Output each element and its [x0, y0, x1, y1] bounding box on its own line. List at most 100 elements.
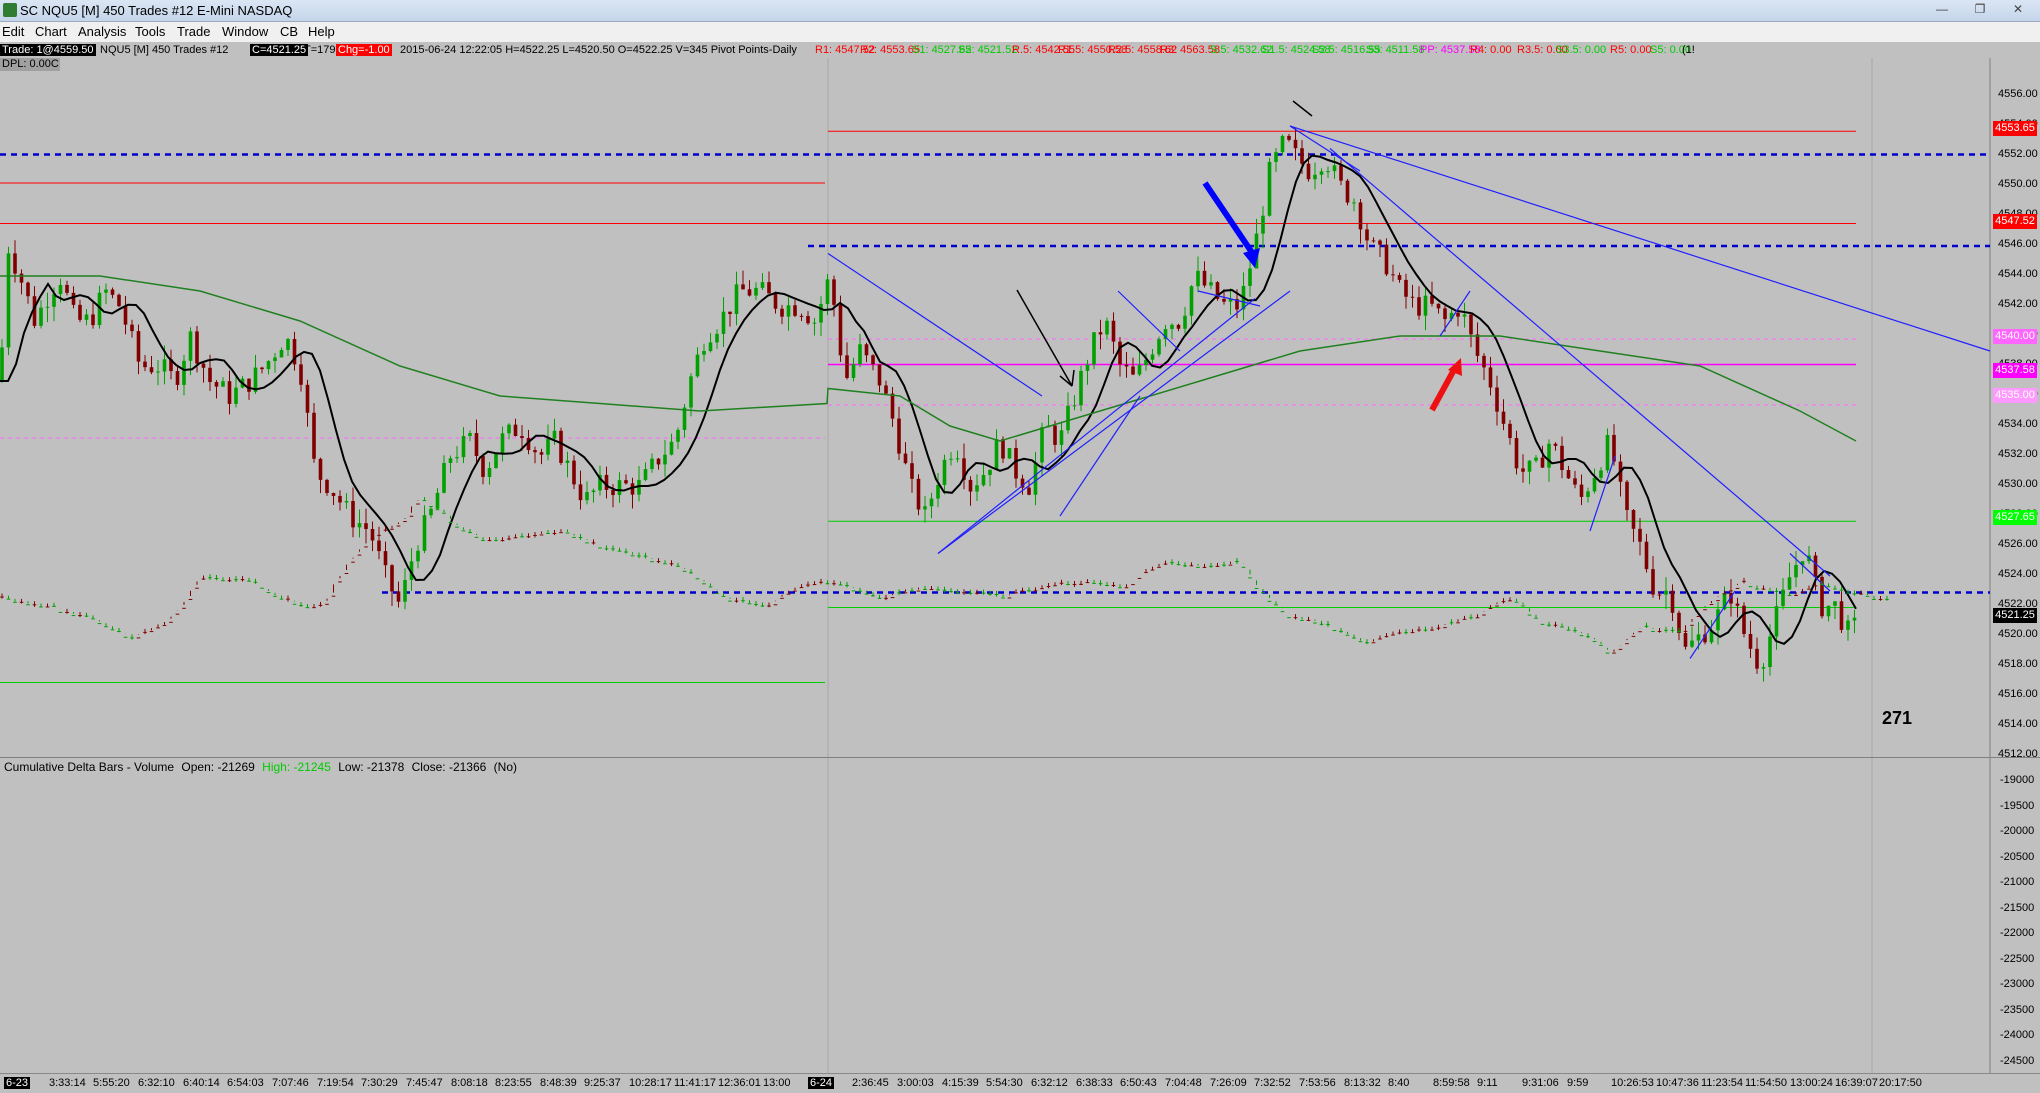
delta-bar: [1651, 630, 1655, 632]
price-candle-body: [708, 342, 713, 351]
delta-bar: [1215, 565, 1220, 567]
price-candle-body: [1462, 314, 1467, 317]
delta-bar: [1378, 638, 1382, 640]
time-tick-label: 7:07:46: [272, 1077, 309, 1089]
price-candle-body: [6, 253, 11, 348]
delta-tick-label: -22000: [2000, 927, 2035, 939]
price-candle-body: [19, 273, 24, 283]
menu-window[interactable]: Window: [222, 24, 268, 39]
delta-bar: [273, 595, 277, 597]
trendline: [827, 253, 1043, 397]
delta-bar: [1443, 627, 1447, 629]
price-candle-body: [312, 412, 316, 459]
delta-bar: [344, 573, 349, 575]
delta-bar: [1670, 629, 1675, 631]
menu-help[interactable]: Help: [308, 24, 335, 39]
delta-bar: [604, 548, 609, 550]
minimize-button[interactable]: —: [1930, 2, 1954, 18]
menu-edit[interactable]: Edit: [2, 24, 24, 39]
delta-bar: [1768, 590, 1772, 592]
delta-bar: [32, 604, 37, 606]
delta-bar: [91, 618, 95, 620]
price-candle-body: [383, 551, 388, 566]
delta-bar: [78, 615, 82, 617]
price-candle-body: [442, 462, 446, 493]
delta-bar: [1638, 631, 1642, 633]
delta-bar: [175, 613, 180, 615]
price-candle-body: [689, 376, 693, 408]
price-candle-body: [91, 314, 95, 326]
delta-bar: [481, 540, 485, 542]
time-tick-label: 9:59: [1567, 1077, 1589, 1089]
price-candle-body: [1131, 366, 1135, 375]
delta-bar: [656, 561, 661, 563]
price-candle-body: [1625, 481, 1629, 511]
time-axis[interactable]: 6-23 3:33:14 5:55:20 6:32:10 6:40:14 6:54:03 7…: [0, 1073, 2040, 1093]
time-tick-label: 6:32:10: [138, 1077, 175, 1089]
time-tick-label: 13:00: [763, 1077, 791, 1089]
delta-bar: [669, 563, 674, 565]
menu-tools[interactable]: Tools: [135, 24, 165, 39]
delta-bar: [799, 587, 804, 589]
price-candle-body: [1280, 135, 1285, 153]
price-candle-body: [1209, 282, 1213, 286]
delta-bar: [617, 550, 622, 552]
delta-bar: [110, 629, 115, 631]
delta-bar: [1703, 609, 1707, 611]
delta-bar: [702, 583, 706, 585]
price-candle-body: [1118, 341, 1122, 365]
delta-bar: [1664, 629, 1668, 631]
price-candle-body: [1033, 462, 1038, 495]
price-candle-body: [1813, 555, 1818, 577]
delta-bar: [162, 624, 167, 626]
price-candle-body: [1306, 163, 1311, 180]
delta-bar: [1514, 601, 1519, 603]
price-candle-body: [195, 331, 199, 364]
delta-bar: [422, 500, 427, 502]
delta-bar: [845, 585, 849, 587]
delta-bar: [689, 572, 693, 574]
delta-bar: [1313, 622, 1317, 624]
price-candle-body: [1553, 443, 1558, 446]
time-tick-label: 11:23:54: [1701, 1077, 1744, 1089]
delta-bar: [1839, 589, 1844, 591]
time-tick-label: 7:45:47: [406, 1077, 443, 1089]
delta-bar: [1742, 580, 1746, 582]
price-candle-body: [117, 294, 121, 307]
delta-bar: [1592, 641, 1597, 643]
delta-bar: [487, 540, 492, 542]
delta-bar: [1176, 564, 1181, 566]
delta-bar: [663, 563, 667, 565]
delta-bar: [104, 626, 108, 628]
price-chart[interactable]: [0, 58, 2040, 1073]
price-candle-body: [858, 344, 862, 365]
menu-trade[interactable]: Trade: [177, 24, 210, 39]
delta-bar: [468, 531, 472, 533]
delta-bar: [403, 521, 407, 523]
delta-bar: [1573, 630, 1577, 632]
delta-bar: [1631, 635, 1636, 637]
delta-bar: [143, 631, 147, 633]
price-candle-body: [890, 393, 895, 419]
delta-bar: [292, 603, 297, 605]
price-candle-body: [1534, 457, 1538, 461]
price-candle-body: [611, 489, 615, 496]
pane-divider[interactable]: [0, 757, 2040, 758]
delta-bar: [39, 606, 43, 608]
trendline: [1589, 455, 1616, 532]
menu-chart[interactable]: Chart: [35, 24, 67, 39]
price-candle-body: [45, 306, 50, 308]
delta-bar: [1846, 592, 1850, 594]
maximize-button[interactable]: ❐: [1968, 2, 1992, 18]
delta-bar: [884, 597, 888, 599]
menu-analysis[interactable]: Analysis: [78, 24, 126, 39]
delta-bar: [1170, 562, 1174, 564]
menu-cb[interactable]: CB: [280, 24, 298, 39]
delta-bar: [208, 577, 212, 579]
delta-bar: [598, 547, 602, 549]
delta-bar: [351, 561, 355, 563]
delta-bar: [1111, 584, 1116, 586]
price-candle-body: [227, 381, 232, 404]
delta-bar: [1105, 584, 1109, 586]
close-button[interactable]: ✕: [2006, 2, 2030, 18]
